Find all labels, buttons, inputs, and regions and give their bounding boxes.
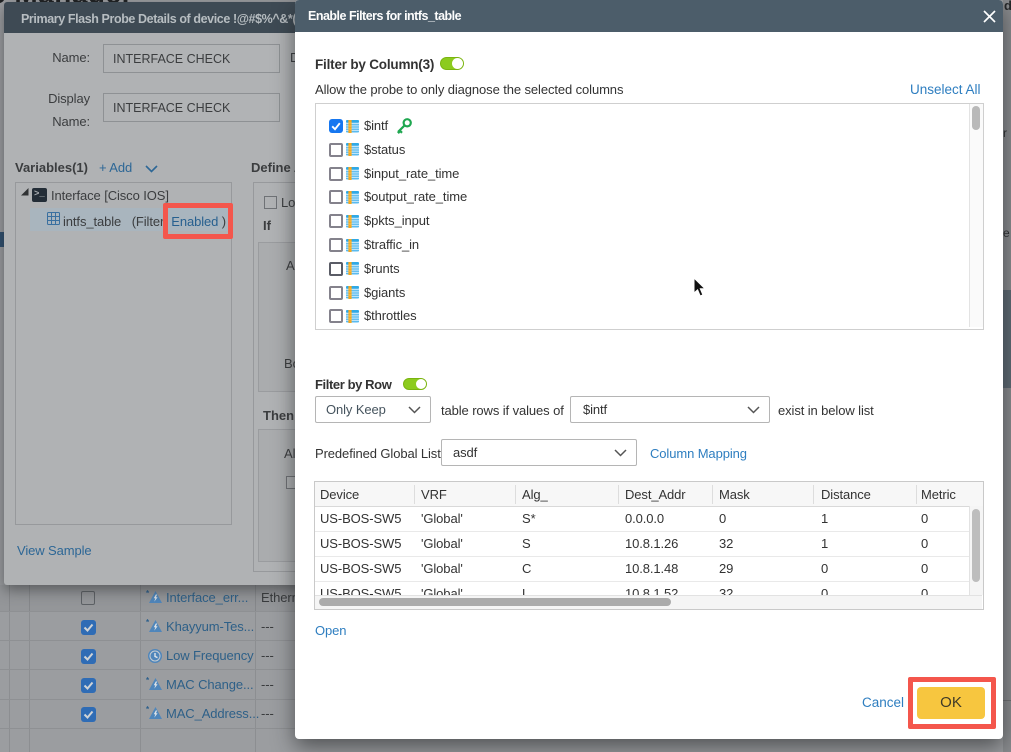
svg-text:*: * — [146, 676, 150, 685]
svg-text:*: * — [146, 705, 150, 714]
svg-text:*: * — [146, 618, 150, 627]
svg-text:*: * — [146, 589, 150, 598]
